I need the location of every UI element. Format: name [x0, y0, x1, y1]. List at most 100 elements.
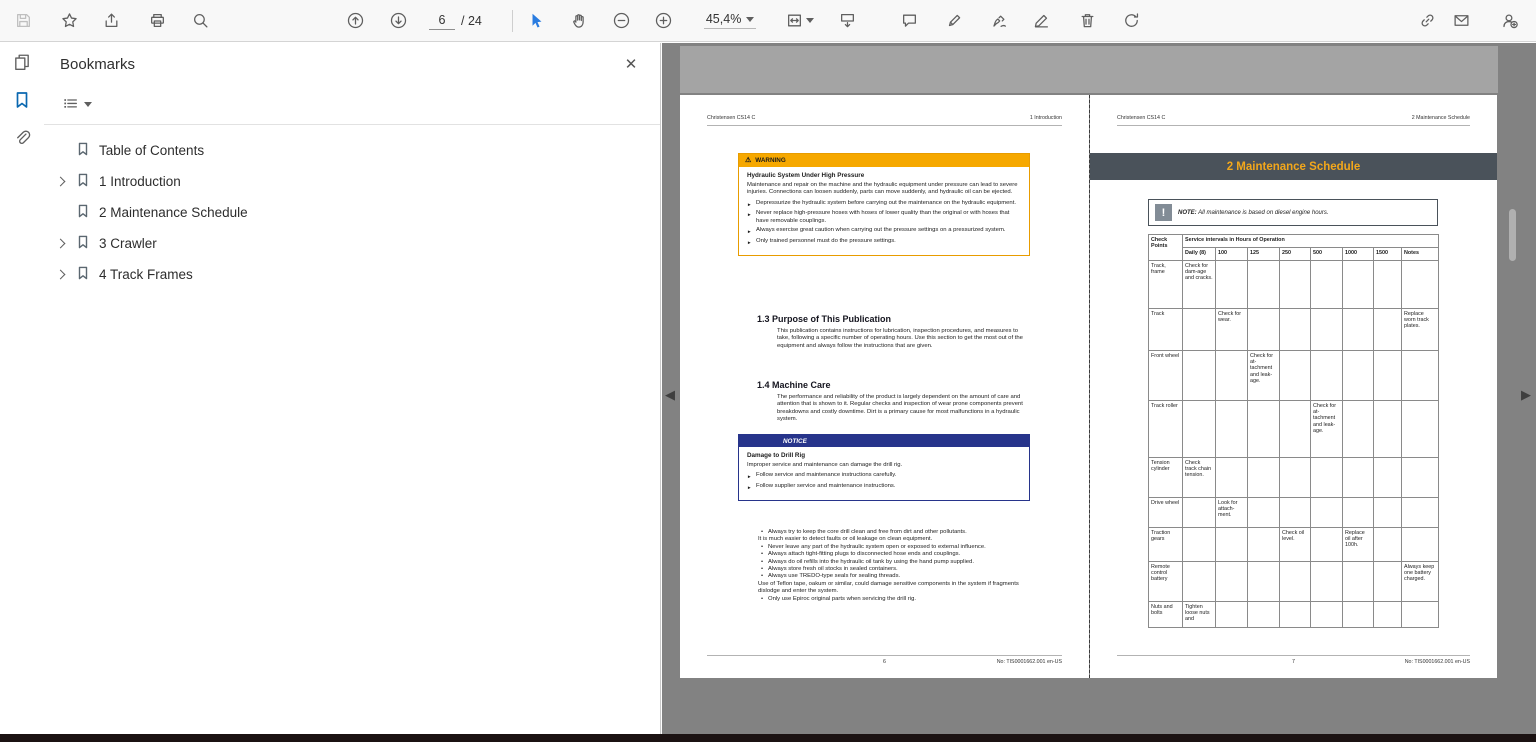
share-upload-icon[interactable] [96, 6, 126, 36]
dot-bullet-icon: • [761, 529, 764, 535]
header-section: 1 Introduction [1029, 115, 1062, 121]
bookmark-icon [76, 266, 90, 283]
interval-cell [1373, 457, 1402, 498]
header-doc-title: Christensen CS14 C [1117, 115, 1166, 121]
interval-cell [1215, 400, 1248, 458]
care-note: It is much easier to detect faults or oi… [758, 536, 933, 543]
notice-title: NOTICE [739, 435, 1029, 447]
interval-cell [1400, 527, 1440, 562]
schedule-row: Tension cylinder Check track chain tensio… [1148, 457, 1440, 498]
interval-cell: Check for dam-age and cracks. [1182, 260, 1216, 309]
interval-cell [1310, 260, 1343, 309]
arrow-bullet-icon: ► [747, 229, 752, 235]
interval-cell [1373, 527, 1402, 562]
save-icon[interactable] [8, 6, 38, 36]
navigation-pane-strip [0, 43, 44, 734]
close-icon[interactable]: ✕ [620, 53, 642, 75]
bookmark-item-maintenance-schedule[interactable]: 2 Maintenance Schedule [44, 197, 660, 228]
email-icon[interactable] [1446, 6, 1476, 36]
note-icon: ! [1155, 204, 1172, 221]
table-columns-row: Daily (8) 100 125 250 500 1000 1500 Note… [1149, 247, 1440, 261]
warning-body: Maintenance and repair on the machine an… [747, 182, 1018, 196]
bookmark-item-table-of-contents[interactable]: Table of Contents [44, 135, 660, 166]
dot-bullet-icon: • [761, 543, 764, 550]
warning-bullet: ► Always exercise great caution when car… [747, 227, 1006, 235]
bookmark-item-crawler[interactable]: 3 Crawler [44, 228, 660, 259]
dot-bullet-icon: • [761, 566, 764, 573]
refresh-icon[interactable] [1116, 6, 1146, 36]
interval-cell: Replace worn track plates. [1400, 308, 1440, 351]
interval-cell [1373, 561, 1402, 602]
interval-cell [1310, 497, 1343, 528]
sign-pen-icon[interactable] [984, 6, 1014, 36]
warning-bullet: ► Only trained personnel must do the pre… [747, 237, 896, 245]
star-favorite-icon[interactable] [54, 6, 84, 36]
bookmarks-options-button[interactable] [56, 92, 98, 117]
page-footer: 7 No: TIS0001662.001 en-US [1117, 655, 1470, 665]
interval-cell [1279, 260, 1311, 309]
interval-cell: Check oil level. [1279, 527, 1311, 562]
interval-cell [1182, 308, 1216, 351]
check-point-cell: Track, frame [1148, 260, 1183, 309]
schedule-row: Drive wheel Look for attach-ment. [1148, 497, 1440, 528]
zoom-out-icon[interactable] [607, 6, 637, 36]
previous-page-icon[interactable] [340, 6, 370, 36]
interval-cell [1342, 350, 1374, 401]
link-icon[interactable] [1412, 6, 1442, 36]
section-13-heading: 1.3 Purpose of This Publication [757, 314, 892, 324]
check-point-cell: Drive wheel [1148, 497, 1183, 528]
column-header: 100 [1215, 247, 1248, 261]
bookmark-label: 3 Crawler [99, 236, 157, 251]
interval-cell: Check track chain tension. [1182, 457, 1216, 498]
hand-tool-icon[interactable] [565, 6, 595, 36]
schedule-row: Track, frame Check for dam-age and cracks… [1148, 260, 1440, 309]
select-tool-icon[interactable] [521, 6, 551, 36]
interval-cell [1182, 400, 1216, 458]
trash-icon[interactable] [1072, 6, 1102, 36]
attachments-icon[interactable] [0, 119, 44, 157]
dot-bullet-icon: • [761, 551, 764, 558]
interval-cell [1279, 400, 1311, 458]
next-page-icon[interactable] [383, 6, 413, 36]
interval-cell: Look for attach-ment. [1215, 497, 1248, 528]
scroll-mode-icon[interactable] [832, 6, 862, 36]
check-point-cell: Traction gears [1148, 527, 1183, 562]
print-icon[interactable] [142, 6, 172, 36]
warning-box: ⚠ WARNING Hydraulic System Under High Pr… [738, 153, 1030, 256]
bookmarks-tree: Table of Contents 1 Introduction 2 Maint… [44, 125, 660, 290]
add-user-icon[interactable] [1494, 6, 1524, 36]
fill-sign-icon[interactable] [1026, 6, 1056, 36]
interval-cell [1342, 457, 1374, 498]
search-icon[interactable] [185, 6, 215, 36]
panel-title: Bookmarks [60, 55, 136, 73]
interval-cell [1310, 308, 1343, 351]
vertical-scrollbar-thumb[interactable] [1509, 209, 1516, 261]
check-point-cell: Front wheel [1148, 350, 1183, 401]
column-header: Daily (8) [1182, 247, 1216, 261]
chevron-right-icon[interactable] [55, 238, 66, 249]
bookmark-item-track-frames[interactable]: 4 Track Frames [44, 259, 660, 290]
bookmarks-panel-icon[interactable] [0, 81, 44, 119]
bookmark-item-introduction[interactable]: 1 Introduction [44, 166, 660, 197]
notice-box: NOTICE Damage to Drill Rig Improper serv… [738, 434, 1030, 501]
footer-page-number: 6 [883, 659, 886, 665]
interval-cell [1279, 497, 1311, 528]
next-page-arrow[interactable]: ▶ [1519, 387, 1533, 403]
interval-cell [1373, 350, 1402, 401]
zoom-level-dropdown[interactable]: 45,4% [703, 12, 757, 29]
chevron-right-icon[interactable] [55, 269, 66, 280]
zoom-in-icon[interactable] [649, 6, 679, 36]
page-number-input[interactable] [429, 11, 455, 30]
comment-icon[interactable] [894, 6, 924, 36]
bookmark-icon [76, 142, 90, 159]
chevron-right-icon[interactable] [55, 176, 66, 187]
interval-cell [1373, 601, 1402, 628]
page-spread: Christensen CS14 C 1 Introduction ⚠ WARN… [680, 95, 1497, 678]
document-view[interactable]: Christensen CS14 C 1 Introduction ⚠ WARN… [662, 43, 1536, 734]
schedule-row: Traction gears Check oil level. Replace oi… [1148, 527, 1440, 562]
page-thumbnails-icon[interactable] [0, 43, 44, 81]
prev-page-arrow[interactable]: ◀ [663, 387, 677, 403]
fit-width-dropdown[interactable] [780, 6, 820, 36]
bookmark-label: 4 Track Frames [99, 267, 193, 282]
highlight-icon[interactable] [939, 6, 969, 36]
